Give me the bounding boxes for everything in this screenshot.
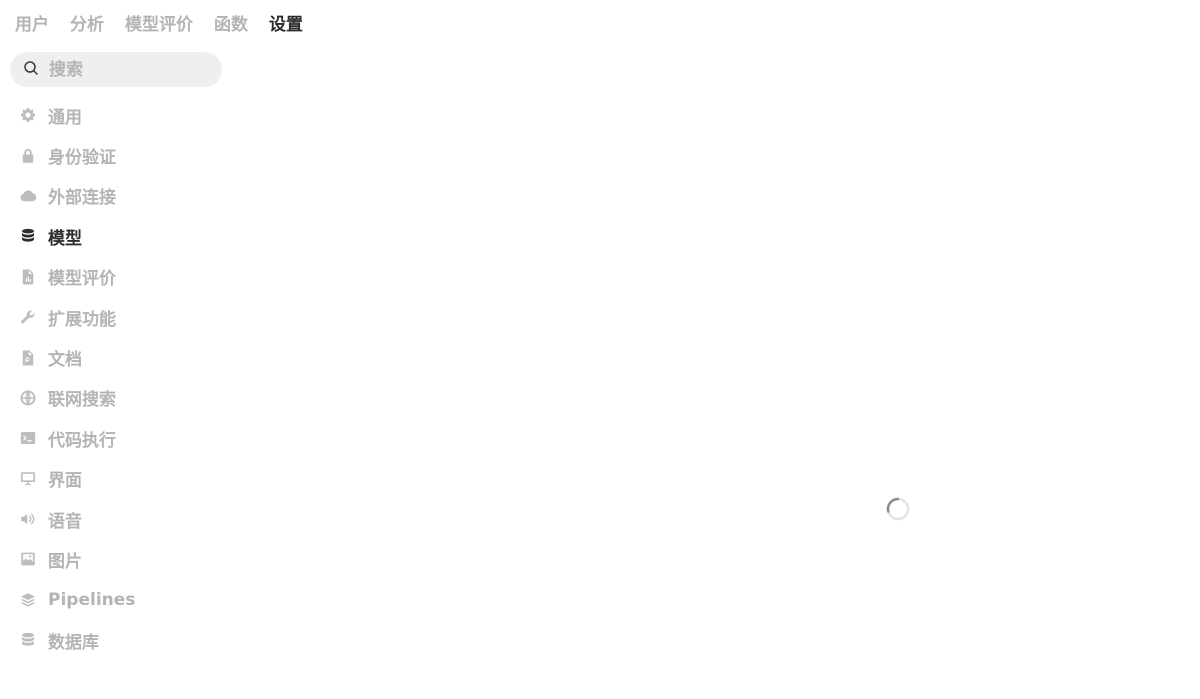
tab-users[interactable]: 用户 (15, 13, 49, 37)
sidebar-item-interface[interactable]: 界面 (16, 459, 226, 499)
sidebar-item-code-execution[interactable]: 代码执行 (16, 418, 226, 458)
sidebar-item-label: 数据库 (48, 632, 99, 653)
sidebar-item-images[interactable]: 图片 (16, 539, 226, 579)
search-input[interactable] (49, 59, 209, 80)
sidebar-item-general[interactable]: 通用 (16, 95, 226, 135)
sidebar-item-audio[interactable]: 语音 (16, 499, 226, 539)
sidebar-item-documents[interactable]: 文档 (16, 337, 226, 377)
sidebar-item-label: 模型评价 (48, 269, 116, 290)
sidebar-item-pipelines[interactable]: Pipelines (16, 580, 226, 620)
sidebar-item-connections[interactable]: 外部连接 (16, 176, 226, 216)
sidebar-item-label: 扩展功能 (48, 309, 116, 330)
lock-icon (16, 144, 40, 168)
sidebar-item-auth[interactable]: 身份验证 (16, 135, 226, 175)
search-icon (23, 60, 39, 80)
loading-spinner-icon (886, 497, 910, 521)
sidebar-item-label: Pipelines (48, 589, 136, 610)
tab-analytics[interactable]: 分析 (70, 13, 104, 37)
sidebar-item-label: 代码执行 (48, 430, 116, 451)
sidebar-item-models[interactable]: 模型 (16, 216, 226, 256)
settings-top-tabs: 用户 分析 模型评价 函数 设置 (15, 12, 324, 38)
sidebar-item-label: 通用 (48, 107, 82, 128)
sidebar-item-label: 语音 (48, 511, 82, 532)
sidebar-item-database[interactable]: 数据库 (16, 620, 226, 660)
globe-icon (16, 386, 40, 410)
layers-icon (16, 588, 40, 612)
search-box[interactable] (10, 52, 222, 87)
database-icon (16, 224, 40, 248)
cloud-icon (16, 184, 40, 208)
sidebar-item-evaluations[interactable]: 模型评价 (16, 257, 226, 297)
image-icon (16, 547, 40, 571)
monitor-icon (16, 467, 40, 491)
settings-sidebar: 通用 身份验证 外部连接 模型 模型评价 扩展功能 文档 联网搜索 代码执行 界… (16, 95, 226, 660)
tab-evaluations[interactable]: 模型评价 (125, 13, 193, 37)
document-search-icon (16, 346, 40, 370)
tab-functions[interactable]: 函数 (214, 13, 248, 37)
speaker-icon (16, 507, 40, 531)
sidebar-item-label: 身份验证 (48, 148, 116, 169)
sidebar-item-label: 模型 (48, 228, 82, 249)
wrench-icon (16, 305, 40, 329)
sidebar-item-label: 界面 (48, 471, 82, 492)
document-chart-icon (16, 265, 40, 289)
sidebar-item-label: 图片 (48, 551, 82, 572)
sidebar-item-extensions[interactable]: 扩展功能 (16, 297, 226, 337)
sidebar-item-label: 文档 (48, 350, 82, 371)
sidebar-item-label: 联网搜索 (48, 390, 116, 411)
gear-icon (16, 103, 40, 127)
sidebar-item-web-search[interactable]: 联网搜索 (16, 378, 226, 418)
sidebar-item-label: 外部连接 (48, 188, 116, 209)
database-icon (16, 628, 40, 652)
terminal-icon (16, 426, 40, 450)
tab-settings[interactable]: 设置 (269, 13, 303, 37)
